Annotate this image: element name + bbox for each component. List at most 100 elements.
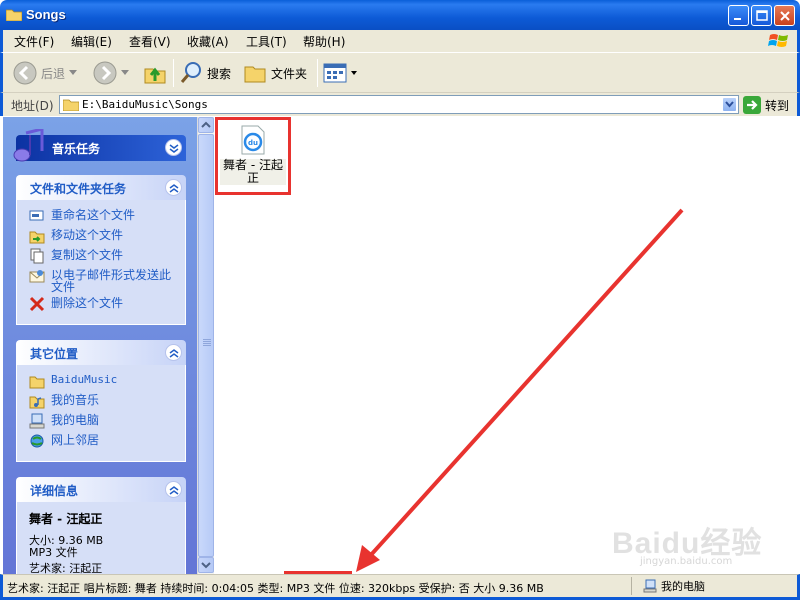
folders-button[interactable]: 文件夹 bbox=[243, 59, 307, 87]
forward-button[interactable] bbox=[93, 59, 129, 87]
other-places-list: BaiduMusic 我的音乐 我的电脑 网上邻居 bbox=[16, 365, 186, 462]
address-path: E:\BaiduMusic\Songs bbox=[82, 98, 208, 111]
chevron-down-icon bbox=[69, 70, 78, 75]
menu-bar: 文件(F) 编辑(E) 查看(V) 收藏(A) 工具(T) 帮助(H) bbox=[0, 30, 800, 52]
back-button[interactable]: 后退 bbox=[13, 59, 78, 87]
rename-icon bbox=[29, 210, 44, 221]
detail-type: MP3 文件 bbox=[29, 546, 78, 559]
vertical-scrollbar[interactable] bbox=[197, 117, 214, 574]
file-tasks-list: 重命名这个文件 移动这个文件 复制这个文件 以电子邮件形式发送此文件 删除这个文… bbox=[16, 200, 186, 325]
collapse-chevron-icon[interactable] bbox=[165, 179, 182, 196]
menu-favorites[interactable]: 收藏(A) bbox=[187, 33, 229, 50]
folders-label: 文件夹 bbox=[271, 66, 308, 81]
folders-icon bbox=[244, 66, 266, 83]
place-baidumusic[interactable]: BaiduMusic bbox=[29, 373, 175, 393]
menu-help[interactable]: 帮助(H) bbox=[303, 33, 345, 50]
collapse-chevron-icon[interactable] bbox=[165, 481, 182, 498]
maximize-button[interactable] bbox=[751, 5, 772, 26]
task-delete[interactable]: 删除这个文件 bbox=[29, 296, 175, 316]
task-pane: 音乐任务 文件和文件夹任务 重命名这个文件 移动这个文件 复制这个文件 以电子邮… bbox=[3, 117, 197, 574]
search-button[interactable]: 搜索 bbox=[179, 59, 231, 87]
grip-line bbox=[203, 345, 211, 346]
views-icon bbox=[323, 63, 347, 83]
music-tasks-title: 音乐任务 bbox=[52, 142, 101, 156]
scroll-thumb[interactable] bbox=[198, 134, 214, 557]
task-label: 重命名这个文件 bbox=[51, 208, 136, 222]
scroll-down-button[interactable] bbox=[198, 557, 214, 573]
grip-line bbox=[203, 339, 211, 340]
go-arrow-icon bbox=[743, 96, 761, 114]
file-tasks-title: 文件和文件夹任务 bbox=[30, 182, 127, 196]
task-copy[interactable]: 复制这个文件 bbox=[29, 248, 175, 268]
details-header[interactable]: 详细信息 bbox=[16, 477, 186, 502]
music-note-icon bbox=[13, 129, 44, 162]
place-my-computer[interactable]: 我的电脑 bbox=[29, 413, 175, 433]
place-network[interactable]: 网上邻居 bbox=[29, 433, 175, 453]
menu-edit[interactable]: 编辑(E) bbox=[71, 33, 112, 50]
collapse-chevron-icon[interactable] bbox=[165, 344, 182, 361]
music-tasks-header[interactable]: 音乐任务 bbox=[13, 129, 186, 162]
toolbar: 后退 搜索 文件夹 bbox=[0, 52, 800, 92]
search-label: 搜索 bbox=[207, 66, 232, 81]
forward-arrow-icon bbox=[93, 61, 117, 85]
task-rename[interactable]: 重命名这个文件 bbox=[29, 208, 175, 228]
back-arrow-icon bbox=[13, 61, 37, 85]
menu-tools[interactable]: 工具(T) bbox=[246, 33, 287, 50]
task-move[interactable]: 移动这个文件 bbox=[29, 228, 175, 248]
task-label: 以电子邮件形式发送此文件 bbox=[51, 268, 172, 294]
collapse-chevron-icon[interactable] bbox=[165, 139, 182, 156]
email-icon bbox=[29, 270, 45, 283]
place-my-music[interactable]: 我的音乐 bbox=[29, 393, 175, 413]
other-places-group: 其它位置 BaiduMusic 我的音乐 我的电脑 网上邻居 bbox=[16, 340, 186, 462]
go-button[interactable]: 转到 bbox=[743, 96, 789, 114]
status-location-label: 我的电脑 bbox=[661, 580, 705, 593]
place-label: 我的音乐 bbox=[51, 393, 100, 407]
scroll-up-button[interactable] bbox=[198, 117, 214, 133]
copy-icon bbox=[30, 248, 44, 264]
folder-icon bbox=[29, 376, 45, 389]
address-label: 地址(D) bbox=[11, 99, 54, 113]
details-title: 详细信息 bbox=[30, 484, 79, 498]
move-icon bbox=[29, 231, 45, 244]
detail-file-name: 舞者 - 汪起正 bbox=[29, 512, 103, 526]
status-location: 我的电脑 bbox=[643, 578, 705, 594]
status-bar: 艺术家: 汪起正 唱片标题: 舞者 持续时间: 0:04:05 类型: MP3 … bbox=[0, 574, 800, 600]
other-places-header[interactable]: 其它位置 bbox=[16, 340, 186, 365]
window-title: Songs bbox=[26, 7, 66, 22]
my-computer-icon bbox=[643, 579, 657, 593]
file-tasks-header[interactable]: 文件和文件夹任务 bbox=[16, 175, 186, 200]
close-button[interactable] bbox=[774, 5, 795, 26]
delete-icon bbox=[29, 296, 45, 312]
chevron-down-icon bbox=[351, 70, 357, 75]
windows-logo-icon bbox=[768, 34, 788, 47]
file-list-area[interactable]: du 舞者 - 汪起正 bbox=[214, 117, 797, 574]
grip-line bbox=[203, 341, 211, 342]
address-dropdown-button[interactable] bbox=[722, 97, 737, 112]
title-bar: Songs bbox=[0, 0, 800, 30]
up-folder-button[interactable] bbox=[143, 59, 167, 87]
place-label: BaiduMusic bbox=[51, 373, 118, 386]
my-music-icon bbox=[29, 396, 45, 409]
status-text: 艺术家: 汪起正 唱片标题: 舞者 持续时间: 0:04:05 类型: MP3 … bbox=[7, 582, 544, 595]
task-label: 移动这个文件 bbox=[51, 228, 124, 242]
views-button[interactable] bbox=[323, 59, 357, 87]
address-input[interactable]: E:\BaiduMusic\Songs bbox=[59, 95, 739, 114]
toolbar-divider bbox=[317, 59, 318, 87]
grip-line bbox=[203, 343, 211, 344]
toolbar-divider bbox=[173, 59, 174, 87]
details-body: 舞者 - 汪起正 大小: 9.36 MB MP3 文件 艺术家: 汪起正 bbox=[16, 502, 186, 574]
task-email[interactable]: 以电子邮件形式发送此文件 bbox=[29, 268, 175, 296]
network-icon bbox=[30, 434, 44, 448]
chevron-down-icon bbox=[121, 70, 129, 75]
file-tasks-group: 文件和文件夹任务 重命名这个文件 移动这个文件 复制这个文件 以电子邮件形式发送… bbox=[16, 175, 186, 325]
my-computer-icon bbox=[29, 413, 45, 429]
folder-icon bbox=[63, 99, 79, 111]
address-bar: 地址(D) E:\BaiduMusic\Songs 转到 bbox=[0, 92, 800, 116]
menu-file[interactable]: 文件(F) bbox=[14, 33, 54, 50]
detail-artist: 艺术家: 汪起正 bbox=[29, 562, 103, 575]
menu-view[interactable]: 查看(V) bbox=[129, 33, 171, 50]
status-divider bbox=[631, 577, 632, 595]
minimize-button[interactable] bbox=[728, 5, 749, 26]
up-folder-icon bbox=[144, 67, 166, 84]
details-group: 详细信息 舞者 - 汪起正 大小: 9.36 MB MP3 文件 艺术家: 汪起… bbox=[16, 477, 186, 574]
